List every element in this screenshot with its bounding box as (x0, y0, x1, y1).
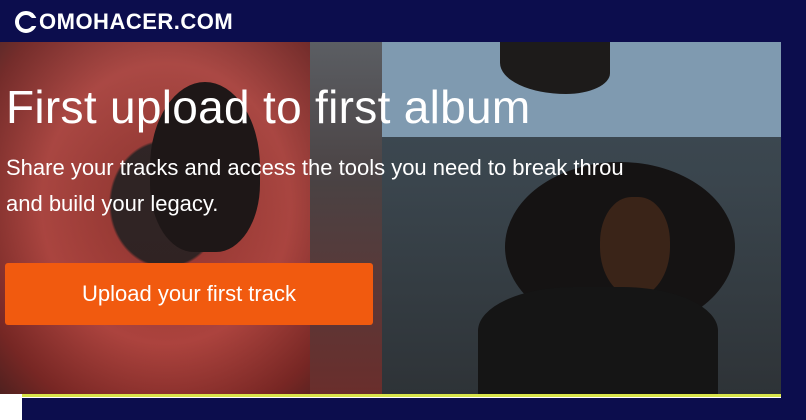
watermark-accent-line (22, 394, 781, 397)
watermark-right-bar (781, 0, 806, 420)
watermark-bottom-bar (22, 398, 806, 420)
hero-subtext-line1: Share your tracks and access the tools y… (6, 155, 624, 180)
comohacer-logo: OMOHACER.COM (14, 8, 233, 36)
upload-first-track-button[interactable]: Upload your first track (5, 263, 373, 325)
logo-c-icon (14, 10, 38, 34)
screenshot-frame: First upload to first album Share your t… (0, 0, 806, 420)
hero-subtext: Share your tracks and access the tools y… (6, 150, 781, 222)
jacket-image (478, 287, 718, 394)
frame-corner (0, 396, 22, 420)
hero-subtext-line2: and build your legacy. (6, 191, 219, 216)
hero-headline: First upload to first album (6, 81, 531, 133)
